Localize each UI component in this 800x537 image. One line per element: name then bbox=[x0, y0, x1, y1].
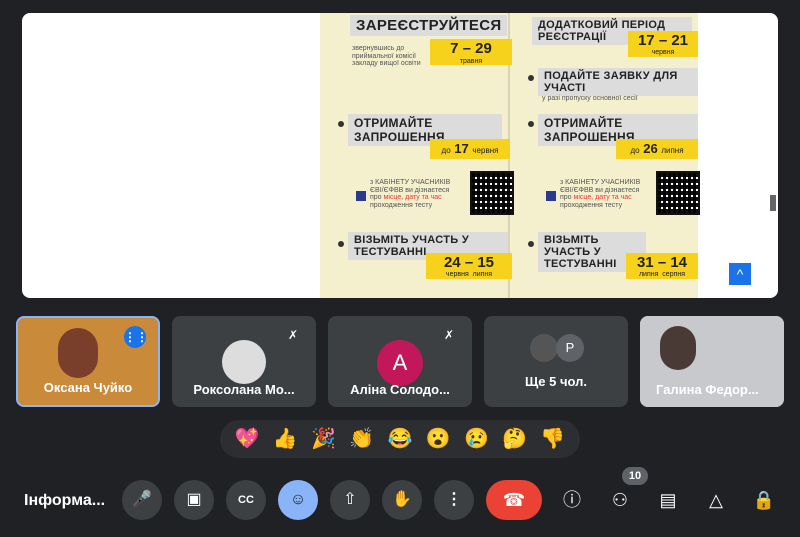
reaction-crying[interactable]: 😢 bbox=[464, 429, 489, 449]
timeline-dot bbox=[528, 241, 534, 247]
participant-tile[interactable]: А ✗ Аліна Солодо... bbox=[328, 316, 472, 407]
qr-code bbox=[470, 171, 514, 215]
register-desc: звернувшись до приймальної комісії закла… bbox=[352, 45, 421, 68]
invite-date-box: до 17 червня bbox=[430, 139, 510, 159]
reaction-thinking[interactable]: 🤔 bbox=[502, 429, 527, 449]
participant-video bbox=[58, 328, 98, 378]
mic-off-icon: ✗ bbox=[443, 328, 455, 342]
register-dates: 7 – 29 bbox=[450, 40, 492, 57]
more-participants-label: Ще 5 чол. bbox=[525, 374, 587, 389]
timeline-dot bbox=[528, 75, 534, 81]
host-controls-button[interactable]: 🔒 bbox=[752, 488, 776, 512]
microphone-button[interactable]: 🎤 bbox=[122, 480, 162, 520]
reactions-bar: 💖 👍 🎉 👏 😂 😮 😢 🤔 👎 bbox=[220, 420, 580, 458]
mic-icon: 🎤 bbox=[132, 491, 152, 508]
slide-left-column: ЗАРЕЄСТРУЙТЕСЯ звернувшись до приймально… bbox=[320, 13, 514, 298]
presentation-slide: ЗАРЕЄСТРУЙТЕСЯ звернувшись до приймально… bbox=[320, 13, 700, 298]
people-icon: ⚇ bbox=[611, 490, 629, 510]
activities-button[interactable]: △ bbox=[704, 488, 728, 512]
participant-name: Роксолана Мо... bbox=[193, 382, 295, 397]
mic-off-icon: ✗ bbox=[287, 328, 299, 342]
chat-button[interactable]: ▤ bbox=[656, 488, 680, 512]
avatar bbox=[222, 340, 266, 384]
present-screen-icon: ⇧ bbox=[343, 491, 357, 508]
extra-dates-box: 17 – 21 червня bbox=[628, 31, 698, 57]
reaction-sparkling-heart[interactable]: 💖 bbox=[235, 429, 260, 449]
chat-icon: ▤ bbox=[659, 490, 677, 510]
presentation-scrollbar[interactable] bbox=[770, 195, 776, 211]
qr-code bbox=[656, 171, 700, 215]
captions-icon: CC bbox=[238, 494, 254, 506]
people-button[interactable]: ⚇ bbox=[608, 488, 632, 512]
avatar bbox=[530, 334, 558, 362]
test-dates-box: 31 – 14 липня серпня bbox=[626, 253, 698, 279]
reaction-tears-of-joy[interactable]: 😂 bbox=[388, 429, 413, 449]
reactions-button[interactable]: ☺ bbox=[278, 480, 318, 520]
chevron-up-icon: ^ bbox=[736, 266, 744, 282]
register-month: травня bbox=[459, 58, 483, 65]
reaction-thumbs-down[interactable]: 👎 bbox=[540, 429, 565, 449]
captions-button[interactable]: CC bbox=[226, 480, 266, 520]
participant-name: Аліна Солодо... bbox=[350, 382, 450, 397]
participant-tile[interactable]: ⋮⋮ Оксана Чуйко bbox=[16, 316, 160, 407]
leave-call-button[interactable]: ☎ bbox=[486, 480, 542, 520]
more-participants-tile[interactable]: P Ще 5 чол. bbox=[484, 316, 628, 407]
reaction-clapping[interactable]: 👏 bbox=[349, 429, 374, 449]
smiley-icon: ☺ bbox=[289, 491, 307, 508]
speaking-indicator-icon: ⋮⋮ bbox=[124, 326, 148, 348]
cabinet-icon bbox=[546, 191, 556, 201]
camera-button[interactable]: ▣ bbox=[174, 480, 214, 520]
scroll-up-button[interactable]: ^ bbox=[729, 263, 751, 285]
meeting-title[interactable]: Інформа... bbox=[24, 492, 105, 510]
people-count-badge: 10 bbox=[622, 467, 648, 485]
activities-shapes-icon: △ bbox=[709, 490, 723, 510]
control-bar: Інформа... 🎤 ▣ CC ☺ ⇧ ✋ ⋮ ☎ ⓘ ⚇ ▤ △ 🔒 bbox=[0, 478, 800, 528]
meeting-details-button[interactable]: ⓘ bbox=[560, 488, 584, 512]
avatar: P bbox=[556, 334, 584, 362]
timeline-dot bbox=[528, 121, 534, 127]
apply-title: ПОДАЙТЕ ЗАЯВКУ ДЛЯ УЧАСТІ bbox=[538, 68, 698, 96]
reaction-party-popper[interactable]: 🎉 bbox=[311, 429, 336, 449]
avatar: А bbox=[377, 340, 423, 386]
reaction-surprised[interactable]: 😮 bbox=[426, 429, 451, 449]
info-icon: ⓘ bbox=[563, 490, 581, 510]
cabinet-icon bbox=[356, 191, 366, 201]
slide-right-column: ДОДАТКОВИЙ ПЕРІОД РЕЄСТРАЦІЇ 17 – 21 чер… bbox=[516, 13, 700, 298]
timeline-dot bbox=[338, 241, 344, 247]
cabinet-text: з КАБІНЕТУ УЧАСНИКІВ ЄВІ/ЄФВВ ви дізнаєт… bbox=[560, 179, 641, 210]
present-button[interactable]: ⇧ bbox=[330, 480, 370, 520]
test-dates-box: 24 – 15 червня липня bbox=[426, 253, 512, 279]
reaction-thumbs-up[interactable]: 👍 bbox=[273, 429, 298, 449]
presentation-stage: ЗАРЕЄСТРУЙТЕСЯ звернувшись до приймально… bbox=[22, 13, 778, 298]
apply-desc: у разі пропуску основної сесії bbox=[542, 95, 638, 102]
register-dates-box: 7 – 29 травня bbox=[430, 39, 512, 65]
raise-hand-button[interactable]: ✋ bbox=[382, 480, 422, 520]
hang-up-icon: ☎ bbox=[502, 490, 526, 510]
invite-date-box: до 26 липня bbox=[616, 139, 698, 159]
participant-face bbox=[660, 326, 696, 370]
participant-name: Галина Федор... bbox=[656, 382, 759, 397]
cabinet-text: з КАБІНЕТУ УЧАСНИКІВ ЄВІ/ЄФВВ ви дізнаєт… bbox=[370, 179, 451, 210]
timeline-dot bbox=[338, 121, 344, 127]
register-title: ЗАРЕЄСТРУЙТЕСЯ bbox=[350, 15, 508, 36]
participant-tile[interactable]: ✗ Роксолана Мо... bbox=[172, 316, 316, 407]
more-vert-icon: ⋮ bbox=[446, 491, 462, 508]
camera-icon: ▣ bbox=[186, 491, 202, 508]
lock-person-icon: 🔒 bbox=[752, 490, 776, 510]
participant-name: Оксана Чуйко bbox=[43, 380, 133, 395]
participant-tile[interactable]: Галина Федор... bbox=[640, 316, 784, 407]
hand-icon: ✋ bbox=[392, 491, 412, 508]
more-options-button[interactable]: ⋮ bbox=[434, 480, 474, 520]
